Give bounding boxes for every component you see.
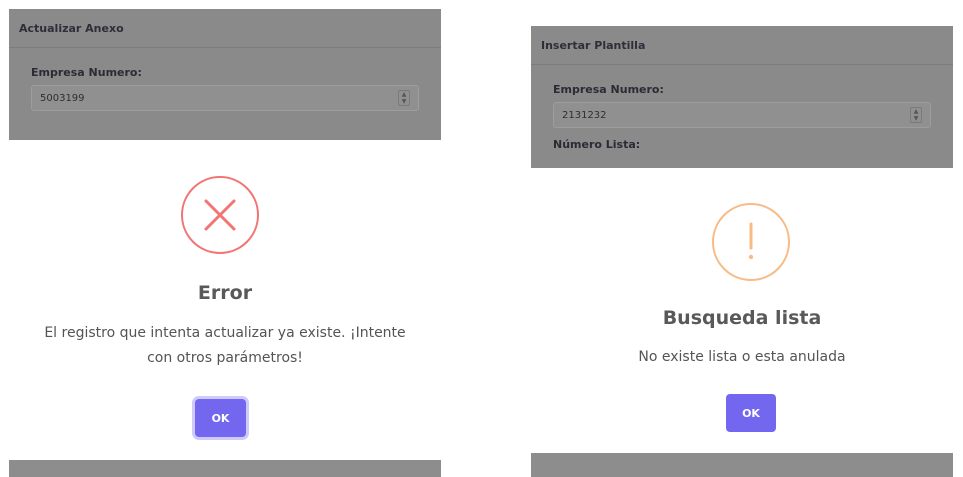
error-x-icon bbox=[181, 176, 259, 254]
numero-lista-label: Número Lista: bbox=[553, 138, 641, 151]
number-spinner-icon[interactable]: ▲ ▼ bbox=[910, 107, 922, 123]
form-body: Empresa Numero: 5003199 ▲ ▼ bbox=[9, 48, 441, 111]
empresa-numero-value: 5003199 bbox=[40, 92, 85, 104]
dialog-message-line2: con otros parámetros! bbox=[147, 350, 303, 366]
dialog-title: Busqueda lista bbox=[662, 307, 822, 329]
form-header: Insertar Plantilla bbox=[531, 26, 953, 65]
form-backdrop: Actualizar Anexo Empresa Numero: 5003199… bbox=[9, 9, 441, 140]
form-footer-backdrop bbox=[9, 460, 441, 477]
form-header: Actualizar Anexo bbox=[9, 9, 441, 48]
ok-button[interactable]: OK bbox=[726, 394, 776, 432]
form-title: Insertar Plantilla bbox=[541, 38, 646, 52]
number-spinner-icon[interactable]: ▲ ▼ bbox=[398, 90, 410, 106]
dialog-message: El registro que intenta actualizar ya ex… bbox=[0, 321, 450, 371]
ok-button[interactable]: OK bbox=[195, 399, 246, 437]
form-body: Empresa Numero: 2131232 ▲ ▼ Número Lista: bbox=[531, 65, 953, 151]
empresa-numero-label: Empresa Numero: bbox=[553, 83, 664, 96]
empresa-numero-value: 2131232 bbox=[562, 109, 607, 121]
warning-exclamation-icon bbox=[712, 203, 790, 281]
left-screenshot: Actualizar Anexo Empresa Numero: 5003199… bbox=[0, 0, 450, 477]
form-footer-backdrop bbox=[531, 453, 953, 477]
dialog-message-line1: El registro que intenta actualizar ya ex… bbox=[44, 325, 406, 341]
empresa-numero-input[interactable]: 5003199 ▲ ▼ bbox=[31, 85, 419, 111]
empresa-numero-input[interactable]: 2131232 ▲ ▼ bbox=[553, 102, 931, 128]
dialog-title: Error bbox=[197, 282, 253, 304]
form-title: Actualizar Anexo bbox=[19, 21, 124, 35]
form-backdrop: Insertar Plantilla Empresa Numero: 21312… bbox=[531, 26, 953, 168]
right-screenshot: Insertar Plantilla Empresa Numero: 21312… bbox=[450, 0, 963, 477]
warning-dialog: Busqueda lista No existe lista o esta an… bbox=[531, 168, 953, 453]
empresa-numero-label: Empresa Numero: bbox=[31, 66, 142, 79]
dialog-message: No existe lista o esta anulada bbox=[638, 349, 846, 365]
error-dialog: Error El registro que intenta actualizar… bbox=[0, 140, 450, 460]
